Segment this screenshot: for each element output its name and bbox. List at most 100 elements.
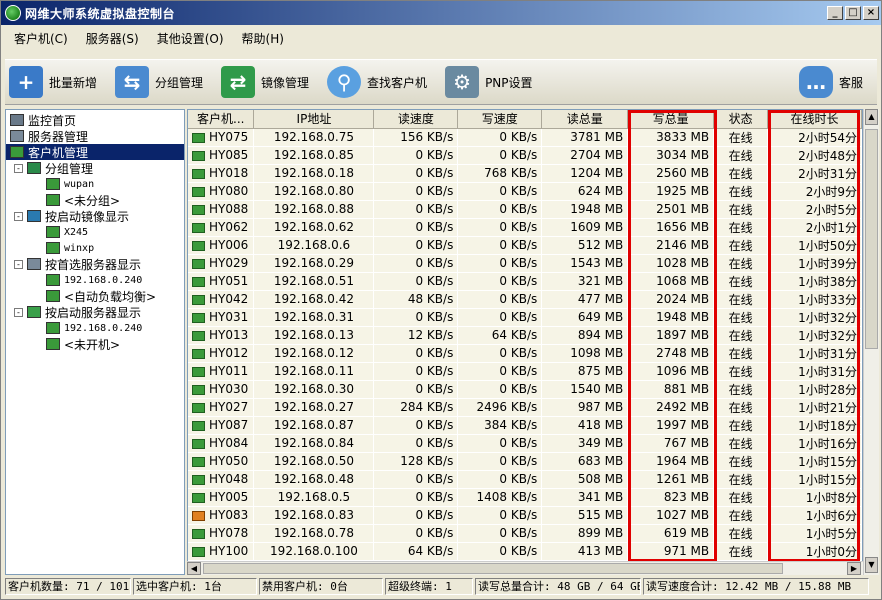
tree-node[interactable]: winxp	[46, 240, 94, 256]
tree-node[interactable]: - 按启动服务器显示	[14, 304, 141, 320]
tree-node[interactable]: 服务器管理	[10, 128, 88, 144]
table-cell: 192.168.0.87	[253, 416, 375, 435]
table-row[interactable]: HY042 192.168.0.42 48 KB/s 0 KB/s 477 MB 2024…	[188, 290, 862, 309]
table-cell: 899 MB	[541, 524, 629, 543]
client-table: 客户机... IP地址 读速度 写速度 读总量 写总量 状态 在线时长 HY075 192.16…	[187, 109, 863, 575]
table-row[interactable]: HY029 192.168.0.29 0 KB/s 0 KB/s 1543 MB 1028…	[188, 254, 862, 273]
customer-service-button[interactable]: … 客服	[795, 62, 871, 102]
find-client-button[interactable]: ⚲ 查找客户机	[323, 62, 435, 102]
table-row[interactable]: HY087 192.168.0.87 0 KB/s 384 KB/s 418 MB 199…	[188, 416, 862, 435]
table-row[interactable]: HY050 192.168.0.50 128 KB/s 0 KB/s 683 MB 196…	[188, 452, 862, 471]
scroll-down-arrow-icon[interactable]: ▼	[865, 557, 878, 573]
tree-node[interactable]: - 按启动镜像显示	[14, 208, 129, 224]
tree-node-label: wupan	[64, 178, 95, 190]
table-row[interactable]: HY048 192.168.0.48 0 KB/s 0 KB/s 508 MB 1261 …	[188, 470, 862, 489]
pnp-settings-button[interactable]: ⚙ PNP设置	[441, 62, 540, 102]
table-cell: 413 MB	[541, 542, 629, 561]
column-header[interactable]: 状态	[713, 110, 769, 129]
table-row[interactable]: HY030 192.168.0.30 0 KB/s 0 KB/s 1540 MB 881 …	[188, 380, 862, 399]
maximize-button[interactable]: □	[845, 6, 861, 20]
tree-node[interactable]: 客户机管理	[6, 144, 184, 160]
table-row[interactable]: HY080 192.168.0.80 0 KB/s 0 KB/s 624 MB 1925 …	[188, 182, 862, 201]
table-cell: HY006	[188, 236, 255, 255]
pc-icon	[46, 322, 60, 334]
tree-node[interactable]: wupan	[46, 176, 94, 192]
table-cell: 192.168.0.100	[253, 542, 375, 561]
menu-server[interactable]: 服务器(S)	[77, 30, 148, 47]
table-row[interactable]: HY084 192.168.0.84 0 KB/s 0 KB/s 349 MB 767 M…	[188, 434, 862, 453]
tree-node[interactable]: - 分组管理	[14, 160, 93, 176]
table-cell: 在线	[713, 290, 769, 309]
table-cell: 0 KB/s	[457, 290, 543, 309]
table-row[interactable]: HY078 192.168.0.78 0 KB/s 0 KB/s 899 MB 619 M…	[188, 524, 862, 543]
table-row[interactable]: HY083 192.168.0.83 0 KB/s 0 KB/s 515 MB 1027 …	[188, 506, 862, 525]
scroll-right-arrow-icon[interactable]: ▶	[847, 562, 861, 575]
menu-settings[interactable]: 其他设置(O)	[148, 30, 233, 47]
column-header[interactable]: 读速度	[373, 110, 459, 129]
table-cell: 在线	[713, 218, 769, 237]
status-rw-speed: 读写速度合计: 12.42 MB / 15.88 MB	[643, 578, 869, 595]
table-row[interactable]: HY085 192.168.0.85 0 KB/s 0 KB/s 2704 MB 3034…	[188, 146, 862, 165]
table-cell: 1408 KB/s	[457, 488, 543, 507]
tree-node[interactable]: 192.168.0.240	[46, 320, 142, 336]
tree-node[interactable]: X245	[46, 224, 88, 240]
table-cell: 0 KB/s	[457, 380, 543, 399]
scroll-up-arrow-icon[interactable]: ▲	[865, 109, 878, 125]
close-button[interactable]: ×	[863, 6, 879, 20]
table-cell: HY048	[188, 470, 255, 489]
table-row[interactable]: HY006 192.168.0.6 0 KB/s 0 KB/s 512 MB 2146 M…	[188, 236, 862, 255]
column-header[interactable]: 读总量	[541, 110, 629, 129]
column-header[interactable]: 写速度	[457, 110, 543, 129]
table-row[interactable]: HY051 192.168.0.51 0 KB/s 0 KB/s 321 MB 1068 …	[188, 272, 862, 291]
collapse-toggle-icon[interactable]: -	[14, 259, 23, 269]
table-cell: 0 KB/s	[373, 434, 459, 453]
table-cell: HY087	[188, 416, 255, 435]
menu-client[interactable]: 客户机(C)	[5, 30, 77, 47]
table-row[interactable]: HY100 192.168.0.100 64 KB/s 0 KB/s 413 MB 971…	[188, 542, 862, 561]
table-cell: HY100	[188, 542, 255, 561]
tree-node[interactable]: <未开机>	[46, 336, 120, 352]
table-row[interactable]: HY075 192.168.0.75 156 KB/s 0 KB/s 3781 MB 38…	[188, 128, 862, 147]
table-cell: HY011	[188, 362, 255, 381]
vertical-scrollbar[interactable]: ▲ ▼	[863, 109, 879, 575]
minimize-button[interactable]: _	[827, 6, 843, 20]
collapse-toggle-icon[interactable]: -	[14, 163, 23, 173]
client-pc-icon	[192, 204, 205, 215]
table-cell: 0 KB/s	[373, 146, 459, 165]
table-cell: 0 KB/s	[373, 308, 459, 327]
table-row[interactable]: HY027 192.168.0.27 284 KB/s 2496 KB/s 987 MB…	[188, 398, 862, 417]
table-cell: 0 KB/s	[373, 362, 459, 381]
group-manage-button[interactable]: ⇆ 分组管理	[111, 62, 211, 102]
column-header[interactable]: IP地址	[253, 110, 375, 129]
table-row[interactable]: HY005 192.168.0.5 0 KB/s 1408 KB/s 341 MB 823…	[188, 488, 862, 507]
table-cell: 192.168.0.30	[253, 380, 375, 399]
table-row[interactable]: HY088 192.168.0.88 0 KB/s 0 KB/s 1948 MB 2501…	[188, 200, 862, 219]
menu-help[interactable]: 帮助(H)	[233, 30, 293, 47]
table-row[interactable]: HY062 192.168.0.62 0 KB/s 0 KB/s 1609 MB 1656…	[188, 218, 862, 237]
tree-node[interactable]: 监控首页	[10, 112, 76, 128]
pc-icon	[46, 226, 60, 238]
table-row[interactable]: HY018 192.168.0.18 0 KB/s 768 KB/s 1204 MB 25…	[188, 164, 862, 183]
tree-node[interactable]: - 按首选服务器显示	[14, 256, 141, 272]
tree-node[interactable]: <自动负载均衡>	[46, 288, 156, 304]
table-cell: HY084	[188, 434, 255, 453]
table-row[interactable]: HY013 192.168.0.13 12 KB/s 64 KB/s 894 MB 189…	[188, 326, 862, 345]
table-row[interactable]: HY031 192.168.0.31 0 KB/s 0 KB/s 649 MB 1948 …	[188, 308, 862, 327]
table-cell: 0 KB/s	[373, 236, 459, 255]
horizontal-scroll-thumb[interactable]	[203, 563, 783, 574]
image-manage-button[interactable]: ⇄ 镜像管理	[217, 62, 317, 102]
table-row[interactable]: HY011 192.168.0.11 0 KB/s 0 KB/s 875 MB 1096 …	[188, 362, 862, 381]
tree-node[interactable]: 192.168.0.240	[46, 272, 142, 288]
collapse-toggle-icon[interactable]: -	[14, 211, 23, 221]
collapse-toggle-icon[interactable]: -	[14, 307, 23, 317]
table-cell: 在线	[713, 308, 769, 327]
tree-node[interactable]: <未分组>	[46, 192, 120, 208]
vertical-scroll-thumb[interactable]	[865, 129, 878, 349]
table-row[interactable]: HY012 192.168.0.12 0 KB/s 0 KB/s 1098 MB 2748…	[188, 344, 862, 363]
batch-add-button[interactable]: + 批量新增	[5, 62, 105, 102]
table-cell: 在线	[713, 182, 769, 201]
column-header[interactable]: 客户机...	[188, 110, 255, 129]
table-cell: 508 MB	[541, 470, 629, 489]
scroll-left-arrow-icon[interactable]: ◀	[187, 562, 201, 575]
horizontal-scrollbar[interactable]: ◀ ▶	[187, 561, 863, 575]
